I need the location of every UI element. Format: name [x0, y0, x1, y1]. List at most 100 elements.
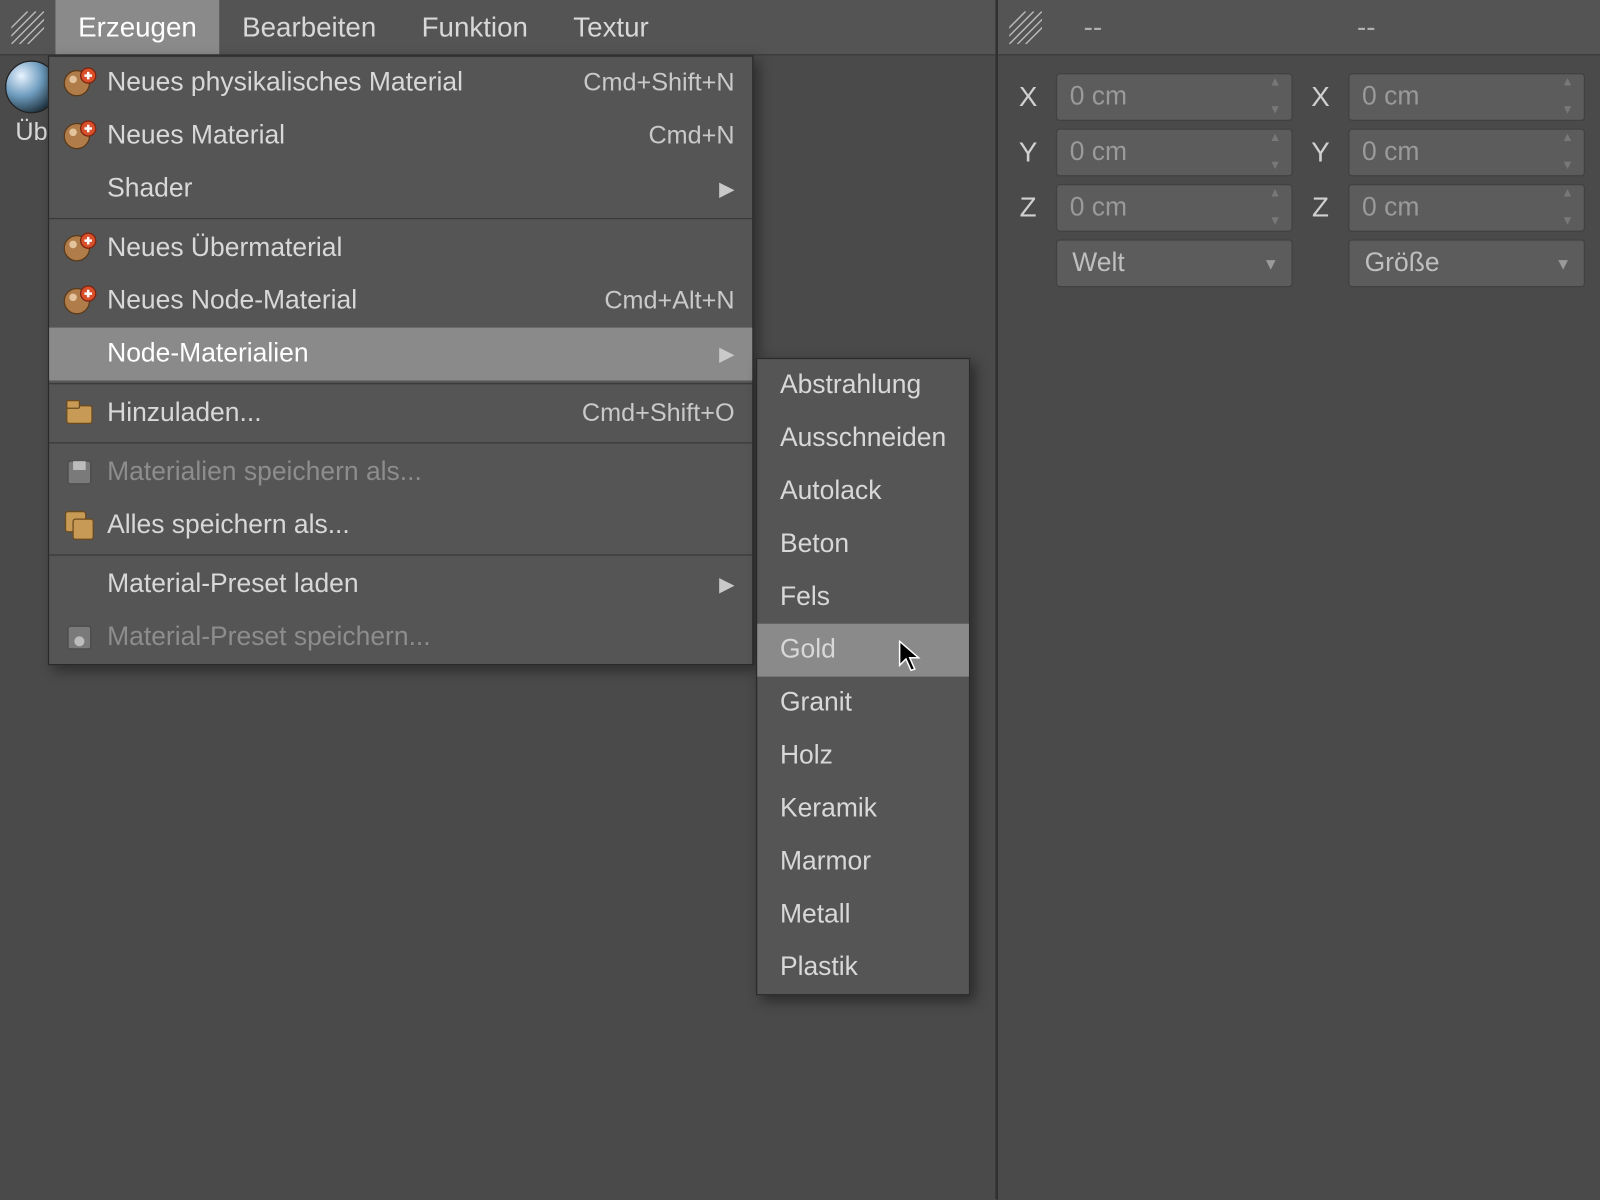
submenu-item[interactable]: Metall — [757, 888, 969, 941]
new-material-icon — [57, 118, 102, 153]
menu-item[interactable]: Node-Materialien▶ — [49, 328, 752, 381]
menu-item-label: Neues Übermaterial — [102, 233, 735, 263]
menu-item-label: Neues physikalisches Material — [102, 68, 533, 98]
submenu-item[interactable]: Ausschneiden — [757, 412, 969, 465]
chevron-down-icon: ▼ — [1555, 254, 1571, 273]
spinner-arrows-icon[interactable]: ▲▼ — [1264, 77, 1287, 117]
spin-value: 0 cm — [1070, 137, 1127, 167]
spinner-arrows-icon[interactable]: ▲▼ — [1556, 188, 1579, 228]
spin-value: 0 cm — [1362, 82, 1419, 112]
submenu-item[interactable]: Fels — [757, 571, 969, 624]
placeholder-dash: -- — [1327, 11, 1406, 44]
menu-item-shortcut: Cmd+N — [598, 122, 735, 151]
menu-separator — [49, 218, 752, 219]
menu-item-label: Hinzuladen... — [102, 398, 531, 428]
coord-input-y-1[interactable]: 0 cm ▲▼ — [1056, 129, 1293, 177]
axis-label: Y — [1305, 136, 1335, 169]
coord-row: Y 0 cm ▲▼ Y 0 cm ▲▼ — [1013, 129, 1585, 177]
dropdown-value: Welt — [1072, 248, 1124, 278]
menubar-right: -- -- — [998, 0, 1600, 55]
menu-item: Material-Preset speichern... — [49, 611, 752, 664]
submenu-item[interactable]: Beton — [757, 518, 969, 571]
preset-save-icon — [57, 620, 102, 655]
spin-value: 0 cm — [1362, 193, 1419, 223]
menu-item[interactable]: Neues Übermaterial — [49, 222, 752, 275]
submenu-item[interactable]: Autolack — [757, 465, 969, 518]
menu-item[interactable]: Material-Preset laden▶ — [49, 558, 752, 611]
coord-input-x-2[interactable]: 0 cm ▲▼ — [1348, 73, 1585, 121]
spinner-arrows-icon[interactable]: ▲▼ — [1264, 188, 1287, 228]
submenu-item[interactable]: Plastik — [757, 941, 969, 994]
chevron-down-icon: ▼ — [1263, 254, 1279, 273]
submenu-arrow-icon: ▶ — [681, 176, 734, 201]
load-icon — [57, 396, 102, 431]
menu-item-shortcut: Cmd+Shift+O — [532, 399, 735, 428]
menu-item-label: Neues Node-Material — [102, 286, 554, 316]
spin-value: 0 cm — [1070, 82, 1127, 112]
menu-item-label: Node-Materialien — [102, 339, 681, 369]
menu-item: Materialien speichern als... — [49, 446, 752, 499]
menu-item-label: Materialien speichern als... — [102, 457, 735, 487]
menu-separator — [49, 383, 752, 384]
menu-item-label: Material-Preset speichern... — [102, 622, 735, 652]
submenu-arrow-icon: ▶ — [681, 572, 734, 597]
spin-value: 0 cm — [1362, 137, 1419, 167]
menu-item[interactable]: Neues Node-MaterialCmd+Alt+N — [49, 275, 752, 328]
menu-erzeugen[interactable]: Erzeugen — [55, 0, 219, 54]
axis-label: X — [1013, 81, 1043, 114]
menu-item[interactable]: Neues physikalisches MaterialCmd+Shift+N — [49, 57, 752, 110]
material-editor-panel: Erzeugen Bearbeiten Funktion Textur Üb N… — [0, 0, 995, 1200]
menu-funktion[interactable]: Funktion — [399, 0, 551, 54]
erzeugen-dropdown-menu: Neues physikalisches MaterialCmd+Shift+N… — [48, 55, 754, 665]
spinner-arrows-icon[interactable]: ▲▼ — [1264, 132, 1287, 172]
submenu-item[interactable]: Gold — [757, 624, 969, 677]
dropdown-value: Größe — [1365, 248, 1440, 278]
submenu-item[interactable]: Keramik — [757, 782, 969, 835]
menu-item-label: Neues Material — [102, 121, 598, 151]
menu-bearbeiten[interactable]: Bearbeiten — [219, 0, 398, 54]
coord-space-dropdown[interactable]: Welt ▼ — [1056, 239, 1293, 287]
new-material-icon — [57, 66, 102, 101]
submenu-item[interactable]: Marmor — [757, 835, 969, 888]
coord-dropdown-row: Welt ▼ Größe ▼ — [1013, 239, 1585, 287]
menu-item-label: Shader — [102, 174, 681, 204]
spin-value: 0 cm — [1070, 193, 1127, 223]
spinner-arrows-icon[interactable]: ▲▼ — [1556, 132, 1579, 172]
menu-item[interactable]: Neues MaterialCmd+N — [49, 110, 752, 163]
coord-row: Z 0 cm ▲▼ Z 0 cm ▲▼ — [1013, 184, 1585, 232]
save-icon — [57, 455, 102, 490]
menu-item-shortcut: Cmd+Alt+N — [554, 287, 735, 316]
menu-textur[interactable]: Textur — [551, 0, 672, 54]
coord-input-z-1[interactable]: 0 cm ▲▼ — [1056, 184, 1293, 232]
coord-mode-dropdown[interactable]: Größe ▼ — [1348, 239, 1585, 287]
node-materialien-submenu: AbstrahlungAusschneidenAutolackBetonFels… — [756, 358, 970, 996]
axis-label: Z — [1013, 192, 1043, 225]
menu-item[interactable]: Alles speichern als... — [49, 499, 752, 552]
coordinates-panel: -- -- X 0 cm ▲▼ X 0 cm ▲▼ Y 0 cm ▲▼ Y 0 cm ▲▼ Z 0 cm ▲… — [995, 0, 1600, 1200]
coord-input-y-2[interactable]: 0 cm ▲▼ — [1348, 129, 1585, 177]
menu-separator — [49, 442, 752, 443]
menu-separator — [49, 554, 752, 555]
submenu-item[interactable]: Holz — [757, 730, 969, 783]
spinner-arrows-icon[interactable]: ▲▼ — [1556, 77, 1579, 117]
hatch-icon[interactable] — [0, 11, 55, 44]
menu-item[interactable]: Hinzuladen...Cmd+Shift+O — [49, 387, 752, 440]
submenu-item[interactable]: Granit — [757, 677, 969, 730]
axis-label: Y — [1013, 136, 1043, 169]
menu-item-shortcut: Cmd+Shift+N — [533, 69, 735, 98]
axis-label: Z — [1305, 192, 1335, 225]
coord-row: X 0 cm ▲▼ X 0 cm ▲▼ — [1013, 73, 1585, 121]
submenu-item[interactable]: Abstrahlung — [757, 359, 969, 412]
menubar-left: Erzeugen Bearbeiten Funktion Textur — [0, 0, 995, 55]
axis-label: X — [1305, 81, 1335, 114]
menu-item-label: Material-Preset laden — [102, 570, 681, 600]
coord-input-x-1[interactable]: 0 cm ▲▼ — [1056, 73, 1293, 121]
coord-input-z-2[interactable]: 0 cm ▲▼ — [1348, 184, 1585, 232]
new-material-icon — [57, 284, 102, 319]
submenu-arrow-icon: ▶ — [681, 341, 734, 366]
new-material-icon — [57, 231, 102, 266]
hatch-icon[interactable] — [998, 11, 1053, 44]
save-all-icon — [57, 508, 102, 543]
menu-item[interactable]: Shader▶ — [49, 163, 752, 216]
placeholder-dash: -- — [1053, 11, 1132, 44]
